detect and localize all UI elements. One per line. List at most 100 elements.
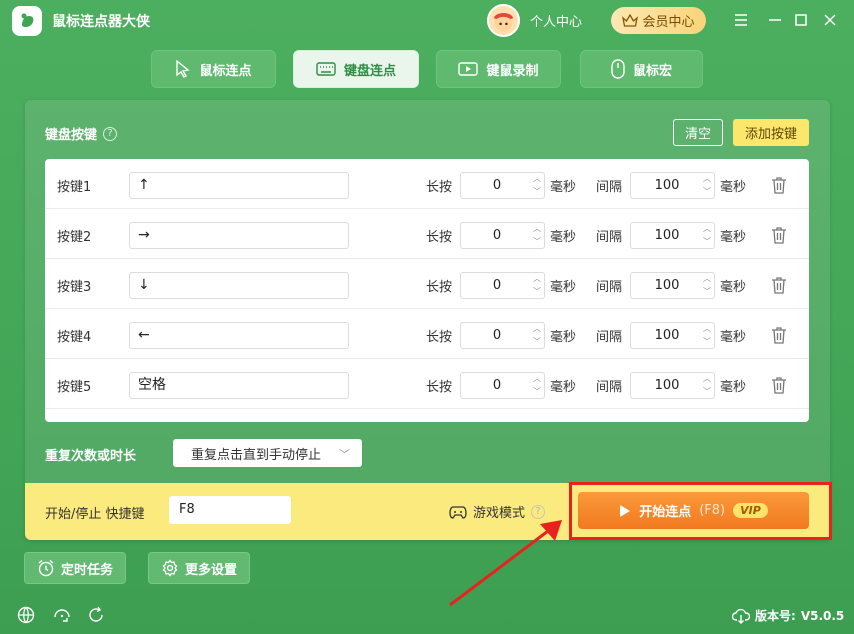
timer-task-button[interactable]: 定时任务 xyxy=(24,552,127,584)
gear-icon xyxy=(162,559,178,577)
maximize-icon[interactable] xyxy=(791,10,811,30)
table-row: 按键2 → 长按 0 ︿ ﹀ 毫秒 间隔 100 ︿ ﹀ 毫秒 xyxy=(45,209,809,259)
version-label: 版本号: xyxy=(755,609,796,623)
chevron-down-icon[interactable]: ﹀ xyxy=(703,387,711,397)
spinner[interactable]: ︿ ﹀ xyxy=(532,174,542,197)
chevron-up-icon[interactable]: ︿ xyxy=(703,224,711,234)
spinner[interactable]: ︿ ﹀ xyxy=(532,274,542,297)
chevron-up-icon[interactable]: ︿ xyxy=(703,174,711,184)
refresh-icon[interactable] xyxy=(86,605,106,625)
chevron-down-icon[interactable]: ﹀ xyxy=(533,387,541,397)
chevron-down-icon[interactable]: ﹀ xyxy=(533,237,541,247)
alarm-clock-icon xyxy=(38,559,54,577)
spinner[interactable]: ︿ ﹀ xyxy=(702,374,712,397)
chevron-up-icon[interactable]: ︿ xyxy=(703,324,711,334)
crown-icon xyxy=(622,13,639,27)
unit-label: 毫秒 xyxy=(720,180,747,195)
tab-mouse-macro[interactable]: 鼠标宏 xyxy=(580,50,703,88)
table-row: 按键4 ← 长按 0 ︿ ﹀ 毫秒 间隔 100 ︿ ﹀ 毫秒 xyxy=(45,309,809,359)
spinner[interactable]: ︿ ﹀ xyxy=(532,324,542,347)
trash-icon[interactable] xyxy=(771,276,787,294)
hold-value[interactable]: 0 xyxy=(461,323,533,348)
interval-value[interactable]: 100 xyxy=(631,173,703,198)
trash-icon[interactable] xyxy=(771,376,787,394)
chevron-down-icon[interactable]: ﹀ xyxy=(703,337,711,347)
tab-mouse-click[interactable]: 鼠标连点 xyxy=(151,50,276,88)
hold-stepper[interactable]: 0 ︿ ﹀ xyxy=(460,222,545,249)
key-input[interactable]: ↑ xyxy=(129,172,349,199)
key-input[interactable]: ← xyxy=(129,322,349,349)
chevron-up-icon[interactable]: ︿ xyxy=(533,274,541,284)
spinner[interactable]: ︿ ﹀ xyxy=(702,174,712,197)
globe-icon[interactable] xyxy=(16,605,36,625)
personal-center-link[interactable]: 个人中心 xyxy=(530,11,582,30)
key-input[interactable]: → xyxy=(129,222,349,249)
chevron-up-icon[interactable]: ︿ xyxy=(533,374,541,384)
hold-value[interactable]: 0 xyxy=(461,273,533,298)
spinner[interactable]: ︿ ﹀ xyxy=(702,224,712,247)
chevron-up-icon[interactable]: ︿ xyxy=(533,224,541,234)
chevron-down-icon[interactable]: ﹀ xyxy=(703,237,711,247)
hold-value[interactable]: 0 xyxy=(461,373,533,398)
minimize-icon[interactable] xyxy=(765,10,785,30)
avatar[interactable] xyxy=(487,4,520,37)
key-table: 按键1 ↑ 长按 0 ︿ ﹀ 毫秒 间隔 100 ︿ ﹀ 毫秒 按键2 → 长按 0… xyxy=(45,159,809,422)
interval-value[interactable]: 100 xyxy=(631,323,703,348)
tab-keyboard-click[interactable]: 键盘连点 xyxy=(293,50,419,88)
spinner[interactable]: ︿ ﹀ xyxy=(532,374,542,397)
chevron-down-icon[interactable]: ﹀ xyxy=(533,337,541,347)
chevron-up-icon[interactable]: ︿ xyxy=(703,374,711,384)
close-icon[interactable] xyxy=(820,10,840,30)
hold-stepper[interactable]: 0 ︿ ﹀ xyxy=(460,372,545,399)
interval-value[interactable]: 100 xyxy=(631,373,703,398)
interval-stepper[interactable]: 100 ︿ ﹀ xyxy=(630,272,715,299)
chevron-down-icon[interactable]: ﹀ xyxy=(703,187,711,197)
interval-stepper[interactable]: 100 ︿ ﹀ xyxy=(630,222,715,249)
add-key-button[interactable]: 添加按键 xyxy=(733,119,809,146)
interval-label: 间隔 xyxy=(596,380,623,395)
hold-stepper[interactable]: 0 ︿ ﹀ xyxy=(460,272,545,299)
unit-label: 毫秒 xyxy=(550,180,577,195)
hold-stepper[interactable]: 0 ︿ ﹀ xyxy=(460,172,545,199)
interval-stepper[interactable]: 100 ︿ ﹀ xyxy=(630,372,715,399)
trash-icon[interactable] xyxy=(771,176,787,194)
trash-icon[interactable] xyxy=(771,226,787,244)
hold-stepper[interactable]: 0 ︿ ﹀ xyxy=(460,322,545,349)
trash-icon[interactable] xyxy=(771,326,787,344)
spinner[interactable]: ︿ ﹀ xyxy=(702,324,712,347)
support-icon[interactable] xyxy=(52,605,72,625)
play-icon xyxy=(620,504,631,517)
key-name: 按键5 xyxy=(57,380,92,395)
chevron-down-icon[interactable]: ﹀ xyxy=(533,187,541,197)
key-input[interactable]: 空格 xyxy=(129,372,349,399)
interval-stepper[interactable]: 100 ︿ ﹀ xyxy=(630,322,715,349)
hold-value[interactable]: 0 xyxy=(461,223,533,248)
key-input[interactable]: ↓ xyxy=(129,272,349,299)
tab-label: 键鼠录制 xyxy=(486,63,539,79)
spinner[interactable]: ︿ ﹀ xyxy=(702,274,712,297)
hotkey-input[interactable]: F8 xyxy=(169,496,291,524)
more-settings-button[interactable]: 更多设置 xyxy=(148,552,251,584)
interval-stepper[interactable]: 100 ︿ ﹀ xyxy=(630,172,715,199)
chevron-down-icon[interactable]: ﹀ xyxy=(703,287,711,297)
chevron-up-icon[interactable]: ︿ xyxy=(533,324,541,334)
menu-icon[interactable] xyxy=(731,10,751,30)
clear-button[interactable]: 清空 xyxy=(673,119,723,146)
vip-badge: VIP xyxy=(733,503,768,518)
repeat-select[interactable]: 重复点击直到手动停止 ﹀ xyxy=(173,439,362,467)
tab-record[interactable]: 键鼠录制 xyxy=(436,50,561,88)
unit-label: 毫秒 xyxy=(550,280,577,295)
unit-label: 毫秒 xyxy=(720,330,747,345)
version-info[interactable]: 版本号: V5.0.5 xyxy=(732,607,844,624)
hotkey-label: 开始/停止 快捷键 xyxy=(45,507,145,522)
chevron-up-icon[interactable]: ︿ xyxy=(703,274,711,284)
interval-value[interactable]: 100 xyxy=(631,273,703,298)
chevron-down-icon[interactable]: ﹀ xyxy=(533,287,541,297)
help-icon[interactable]: ? xyxy=(103,126,118,141)
start-click-button[interactable]: 开始连点 (F8) VIP xyxy=(578,492,809,529)
chevron-up-icon[interactable]: ︿ xyxy=(533,174,541,184)
hold-value[interactable]: 0 xyxy=(461,173,533,198)
spinner[interactable]: ︿ ﹀ xyxy=(532,224,542,247)
interval-value[interactable]: 100 xyxy=(631,223,703,248)
vip-center-button[interactable]: 会员中心 xyxy=(611,7,706,34)
